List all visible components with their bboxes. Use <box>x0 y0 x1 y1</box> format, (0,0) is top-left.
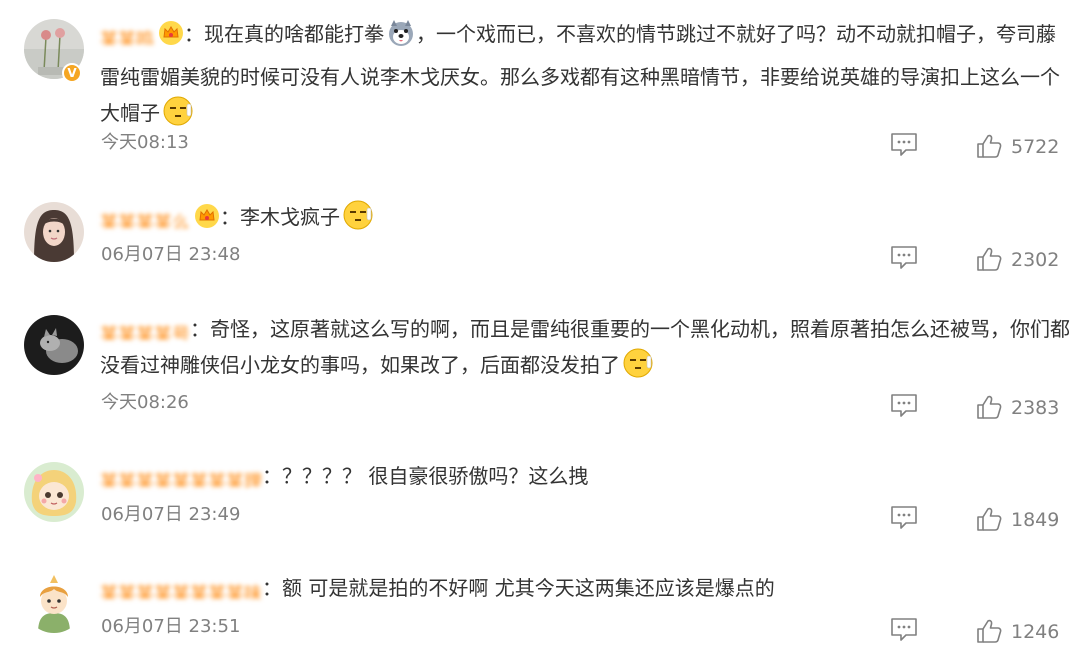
colon: ： <box>190 317 210 341</box>
face-emoji <box>622 347 654 390</box>
comment-time: 今天08:26 <box>101 392 189 413</box>
thumbs-up-icon <box>976 394 1002 424</box>
like-count: 1849 <box>1011 509 1060 531</box>
comment-content: 某某鸣 ：现在真的啥都能打拳 ，一个戏而已，不喜欢的情节跳过不就好了吗？动不动就扣帽… <box>100 16 1075 138</box>
comment-text: 额 可是就是拍的不好啊 尤其今天这两集还应该是爆点的 <box>282 576 775 600</box>
comment-reply-icon[interactable] <box>890 132 918 162</box>
username-link[interactable]: 某某某某么 <box>100 204 190 228</box>
thumbs-up-icon <box>976 246 1002 276</box>
thumbs-up-icon <box>976 506 1002 536</box>
comment-time: 06月07日 23:49 <box>101 504 241 525</box>
husky-dog-emoji <box>386 18 416 59</box>
crown-badge-icon <box>194 203 220 240</box>
colon: ： <box>220 205 240 229</box>
comment-content: 某某某某某某某某味：额 可是就是拍的不好啊 尤其今天这两集还应该是爆点的 <box>100 570 1075 606</box>
comment-content: 某某某某某某某某理：？？？？ 很自豪很骄傲吗？这么拽 <box>100 458 1075 494</box>
like-count: 1246 <box>1011 621 1060 643</box>
colon: ： <box>184 22 204 46</box>
user-avatar[interactable] <box>24 462 84 522</box>
comment-text: 奇怪，这原著就这么写的啊，而且是雷纯很重要的一个黑化动机，照着原著拍怎么还被骂，… <box>100 317 1070 377</box>
comment-time: 06月07日 23:48 <box>101 244 241 265</box>
thumbs-up-icon <box>976 133 1002 163</box>
user-avatar[interactable] <box>24 315 84 375</box>
comment-time: 06月07日 23:51 <box>101 616 241 637</box>
comment-content: 某某某某么 ：李木戈疯子 <box>100 199 1075 242</box>
thumbs-up-icon <box>976 618 1002 648</box>
comment-text: ？？？？ 很自豪很骄傲吗？这么拽 <box>282 464 589 488</box>
username-link[interactable]: 某某某某某某某某理 <box>100 463 262 487</box>
crown-badge-icon <box>158 20 184 57</box>
colon: ： <box>262 464 282 488</box>
username-link[interactable]: 某某鸣 <box>100 21 154 45</box>
user-avatar[interactable] <box>24 202 84 262</box>
comment-reply-icon[interactable] <box>890 505 918 535</box>
face-emoji <box>342 199 374 242</box>
like-count: 5722 <box>1011 136 1060 158</box>
comment-time: 今天08:13 <box>101 132 189 153</box>
comment-reply-icon[interactable] <box>890 617 918 647</box>
like-count: 2383 <box>1011 397 1060 419</box>
user-avatar[interactable] <box>24 573 84 633</box>
comment-reply-icon[interactable] <box>890 393 918 423</box>
colon: ： <box>262 576 282 600</box>
comment-content: 某某某某号：奇怪，这原著就这么写的啊，而且是雷纯很重要的一个黑化动机，照着原著拍… <box>100 311 1075 390</box>
comment-text: 李木戈疯子 <box>240 205 340 229</box>
comment-text: 现在真的啥都能打拳 <box>204 22 384 46</box>
comment-reply-icon[interactable] <box>890 245 918 275</box>
username-link[interactable]: 某某某某号 <box>100 316 190 340</box>
verified-badge-icon: V <box>62 63 82 83</box>
like-count: 2302 <box>1011 249 1060 271</box>
username-link[interactable]: 某某某某某某某某味 <box>100 575 262 599</box>
